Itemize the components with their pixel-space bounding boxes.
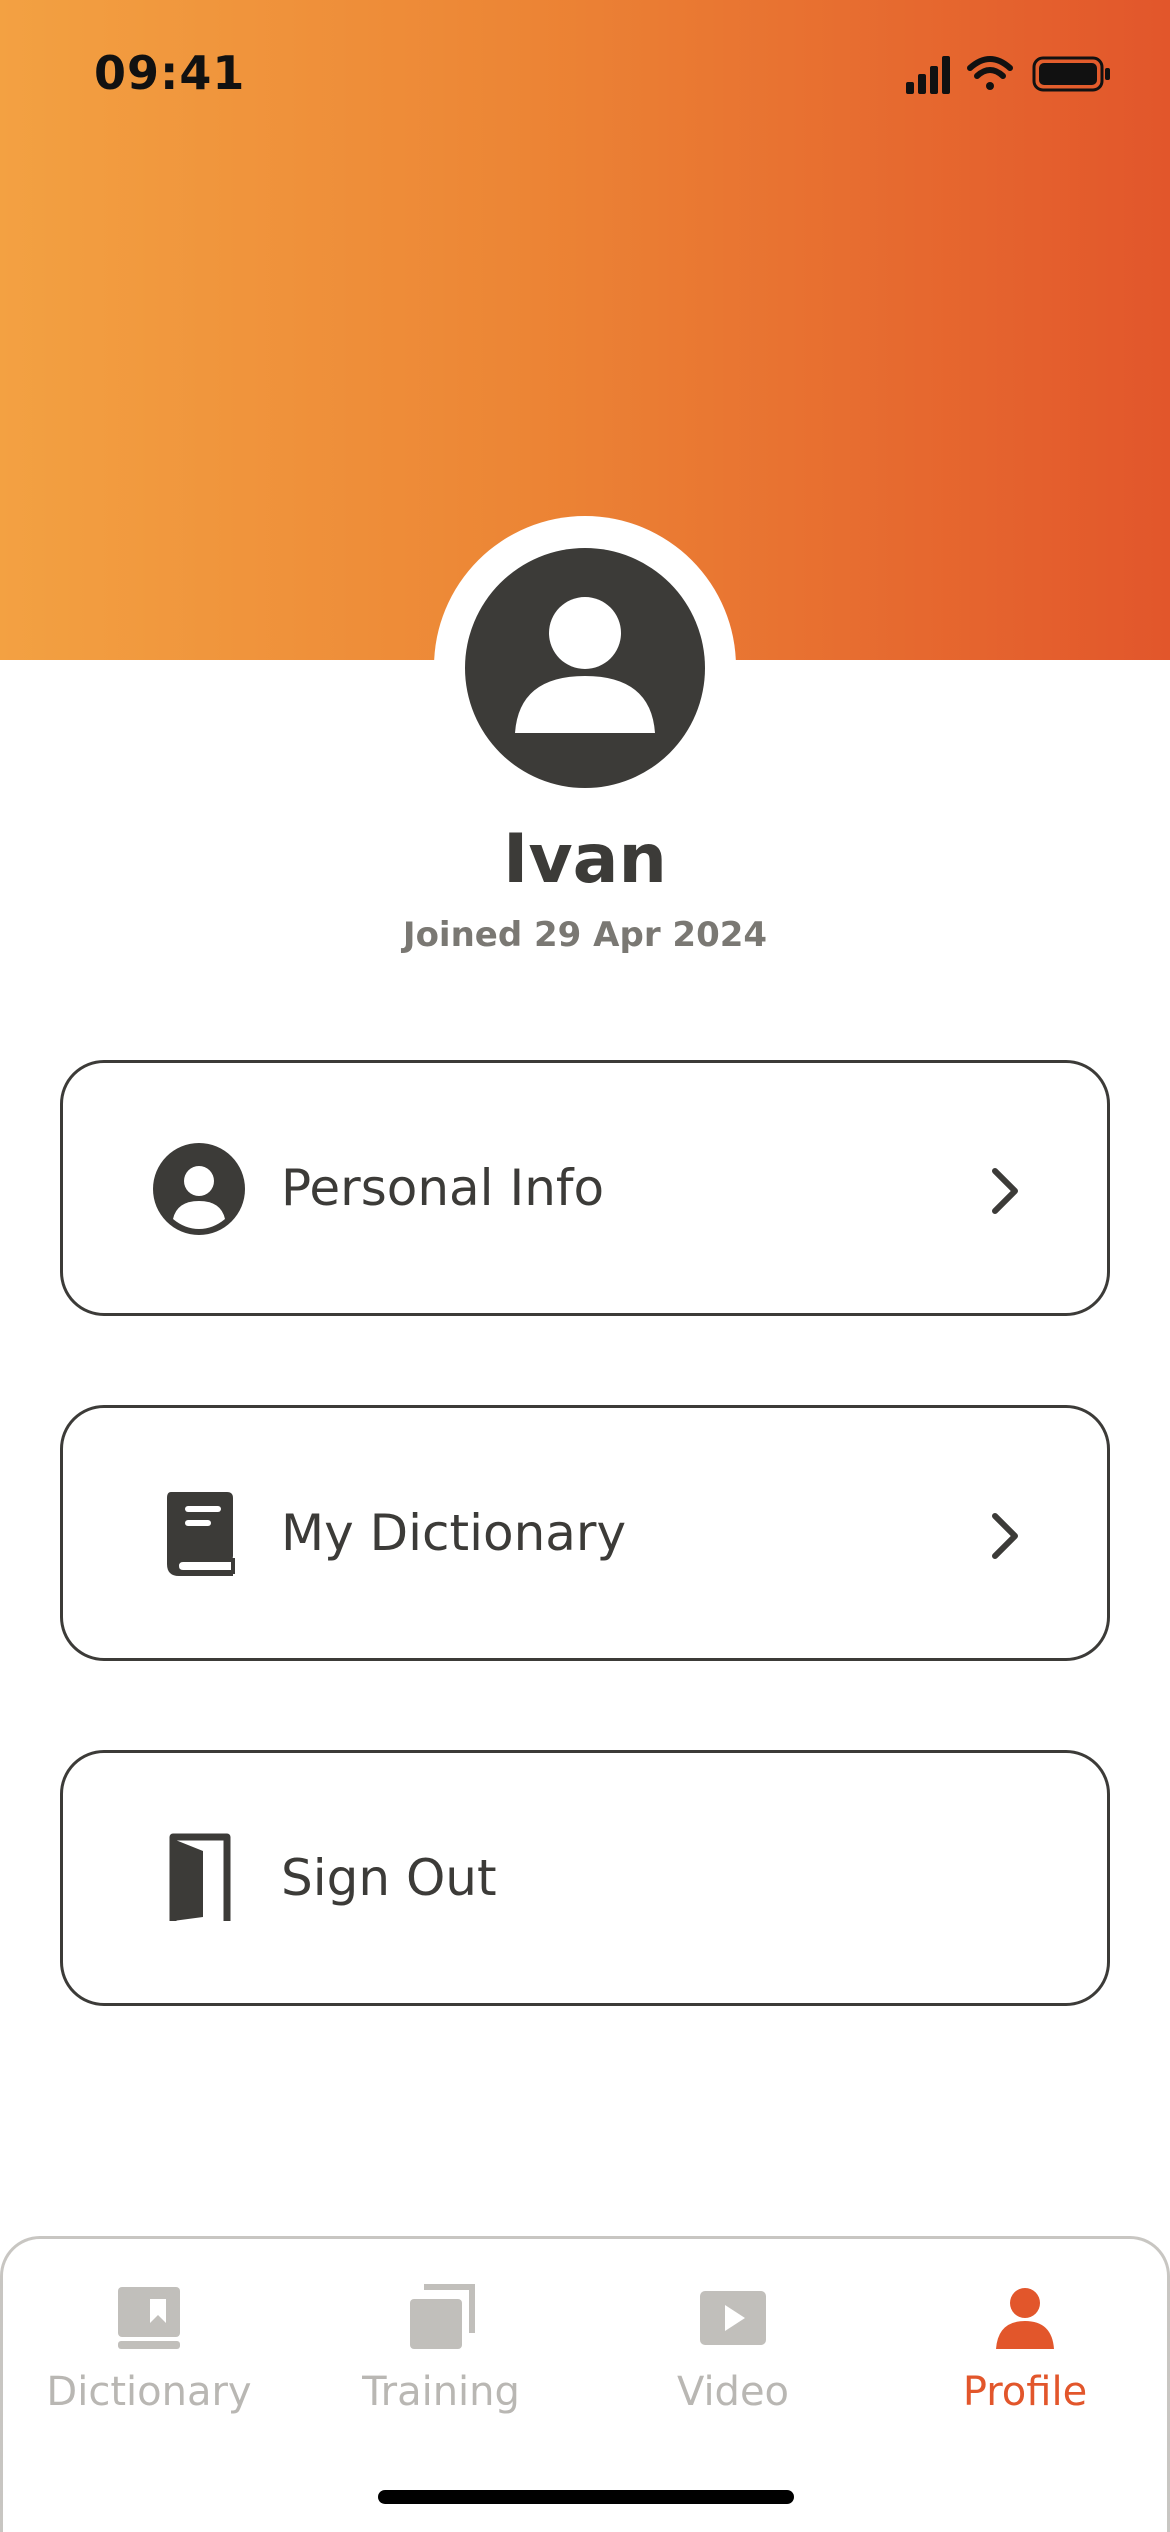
tab-bar: Dictionary Training Video Profile <box>0 2236 1170 2532</box>
tab-profile[interactable]: Profile <box>879 2283 1170 2433</box>
personal-info-button[interactable]: Personal Info <box>60 1060 1110 1316</box>
tab-training[interactable]: Training <box>295 2283 587 2433</box>
tab-training-label: Training <box>362 2369 520 2415</box>
avatar[interactable] <box>465 548 705 788</box>
door-icon <box>169 1833 231 1921</box>
book-icon <box>167 1492 235 1576</box>
user-name: Ivan <box>503 820 667 899</box>
tab-video[interactable]: Video <box>587 2283 879 2433</box>
profile-icon <box>996 2288 1054 2349</box>
tab-dictionary-label: Dictionary <box>46 2369 252 2415</box>
dictionary-icon <box>118 2287 180 2349</box>
status-bar: 09:41 <box>0 0 1170 150</box>
chevron-right-icon <box>992 1513 1018 1559</box>
tab-dictionary[interactable]: Dictionary <box>3 2283 295 2433</box>
sign-out-button[interactable]: Sign Out <box>60 1750 1110 2006</box>
tab-profile-label: Profile <box>962 2369 1088 2415</box>
video-icon <box>700 2291 766 2345</box>
battery-icon <box>1032 56 1110 92</box>
sign-out-label: Sign Out <box>281 1849 497 1907</box>
training-icon <box>410 2284 475 2349</box>
chevron-right-icon <box>992 1168 1018 1214</box>
user-circle-icon <box>153 1143 245 1235</box>
home-indicator <box>378 2490 794 2504</box>
status-icons <box>906 56 1110 94</box>
my-dictionary-label: My Dictionary <box>281 1504 627 1562</box>
joined-date: Joined 29 Apr 2024 <box>402 915 768 955</box>
status-time: 09:41 <box>94 46 246 100</box>
my-dictionary-button[interactable]: My Dictionary <box>60 1405 1110 1661</box>
user-silhouette-icon <box>515 597 655 733</box>
wifi-icon <box>967 56 1013 90</box>
tab-video-label: Video <box>676 2369 790 2415</box>
cellular-signal-icon <box>906 56 950 94</box>
personal-info-label: Personal Info <box>281 1159 605 1217</box>
